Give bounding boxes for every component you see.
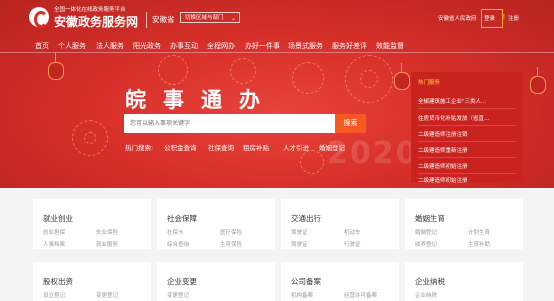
firework-decoration bbox=[360, 70, 378, 88]
card-link[interactable]: 企业纳税 bbox=[415, 291, 437, 299]
card-link[interactable]: 计划生育 bbox=[468, 228, 490, 236]
service-card[interactable]: 企业纳税 企业纳税 bbox=[405, 262, 523, 301]
register-link[interactable]: 注册 bbox=[508, 14, 519, 22]
card-title: 婚姻生育 bbox=[415, 214, 445, 223]
hot-search-label: 热门搜索: bbox=[125, 144, 154, 152]
card-title: 企业变更 bbox=[167, 277, 197, 286]
hot-search-link[interactable]: 公积金查询 bbox=[164, 142, 197, 152]
card-link[interactable]: 变更登记 bbox=[167, 291, 189, 299]
card-link[interactable]: 人事档案 bbox=[43, 240, 65, 248]
main-nav: 首页 个人服务 法人服务 阳光政务 办事互动 全程网办 办好一件事 场景式服务 … bbox=[0, 38, 554, 52]
chevron-down-icon: ⌄ bbox=[230, 15, 236, 22]
hero-banner: 全国一体化在线政务服务平台 安徽政务服务网 安徽省 切换区域与部门 ⌄ 安徽省人… bbox=[0, 0, 554, 188]
government-link[interactable]: 安徽省人民政府 bbox=[438, 14, 477, 22]
panel-item[interactable]: 二级建造师初始注册 bbox=[418, 176, 468, 184]
hot-search-link[interactable]: 租房补贴 bbox=[243, 142, 269, 152]
service-card[interactable]: 股权出资 设立登记 变更登记 bbox=[33, 262, 151, 301]
lantern-decoration bbox=[48, 53, 64, 80]
nav-item-home[interactable]: 首页 bbox=[35, 41, 49, 51]
card-link[interactable]: 收养登记 bbox=[415, 240, 437, 248]
card-link[interactable]: 驾驶证 bbox=[291, 228, 308, 236]
firework-decoration bbox=[300, 150, 324, 174]
divider bbox=[418, 141, 516, 142]
card-link[interactable]: 社保卡 bbox=[167, 228, 184, 236]
divider bbox=[418, 173, 516, 174]
card-title: 公司备案 bbox=[291, 277, 321, 286]
card-link[interactable]: 婚姻登记 bbox=[415, 228, 437, 236]
hot-search-link[interactable]: 社保查询 bbox=[208, 142, 234, 152]
card-link[interactable]: 综合查询 bbox=[167, 240, 189, 248]
card-link[interactable]: 机动车 bbox=[344, 228, 361, 236]
card-title: 就业创业 bbox=[43, 214, 73, 223]
nav-item-interaction[interactable]: 办事互动 bbox=[170, 41, 198, 51]
nav-item-legal[interactable]: 法人服务 bbox=[96, 41, 124, 51]
link-divider: | bbox=[503, 14, 505, 20]
service-card[interactable]: 企业变更 变更登记 bbox=[157, 262, 275, 301]
service-card-grid: 就业创业 创业担保 失业保险 人事档案 就业服务 社会保障 社保卡 医疗保险 综… bbox=[0, 188, 554, 301]
nav-item-evaluation[interactable]: 服务好差评 bbox=[332, 41, 367, 51]
nav-item-one-thing[interactable]: 办好一件事 bbox=[245, 41, 280, 51]
card-link[interactable]: 变更登记 bbox=[96, 291, 118, 299]
region-select[interactable]: 切换区域与部门 ⌄ bbox=[180, 12, 240, 23]
search-input[interactable] bbox=[124, 114, 335, 133]
panel-item[interactable]: 二级建造师注册注销 bbox=[418, 130, 468, 138]
divider bbox=[418, 157, 516, 158]
login-link[interactable]: 登录 bbox=[484, 14, 495, 22]
nav-item-gov-affairs[interactable]: 阳光政务 bbox=[133, 41, 161, 51]
province-label: 安徽省 bbox=[152, 15, 175, 24]
service-card[interactable]: 交通出行 驾驶证 机动车 驾驶证 行驶证 bbox=[281, 199, 399, 249]
firework-decoration bbox=[230, 58, 256, 84]
card-title: 交通出行 bbox=[291, 214, 321, 223]
firework-decoration bbox=[84, 132, 96, 144]
panel-item[interactable]: 全椒建筑施工企业"三类人... bbox=[418, 97, 486, 105]
nav-divider bbox=[0, 52, 554, 53]
hot-services-panel: 热门服务 全椒建筑施工企业"三类人... 住房货币化补贴发放（省直... 二级建… bbox=[411, 72, 523, 184]
card-title: 社会保障 bbox=[167, 214, 197, 223]
search-button[interactable]: 搜索 bbox=[335, 114, 366, 133]
card-link[interactable]: 经营许可备案 bbox=[344, 291, 377, 299]
card-link[interactable]: 医疗保险 bbox=[220, 228, 242, 236]
firework-decoration bbox=[292, 62, 324, 94]
nav-item-supervision[interactable]: 效能监督 bbox=[376, 41, 404, 51]
panel-title: 热门服务 bbox=[418, 80, 441, 86]
card-link[interactable]: 创业担保 bbox=[43, 228, 65, 236]
card-link[interactable]: 机构备案 bbox=[291, 291, 313, 299]
firework-decoration bbox=[158, 55, 188, 85]
service-card[interactable]: 就业创业 创业担保 失业保险 人事档案 就业服务 bbox=[33, 199, 151, 249]
divider bbox=[418, 125, 516, 126]
card-link[interactable]: 失业保险 bbox=[96, 228, 118, 236]
lantern-decoration bbox=[394, 63, 410, 90]
card-link[interactable]: 驾驶证 bbox=[291, 240, 308, 248]
site-name[interactable]: 安徽政务服务网 bbox=[54, 13, 138, 30]
year-watermark: 2020 bbox=[327, 136, 419, 171]
hot-search-link[interactable]: 人才引进 bbox=[283, 142, 309, 152]
card-title: 企业纳税 bbox=[415, 277, 445, 286]
service-card[interactable]: 社会保障 社保卡 医疗保险 综合查询 生育保险 bbox=[157, 199, 275, 249]
hero-headline: 皖事通办 bbox=[125, 88, 277, 112]
panel-item[interactable]: 二级建造师初始注册 bbox=[418, 162, 468, 170]
lantern-decoration bbox=[530, 67, 546, 94]
panel-item[interactable]: 二级建造师重新注册 bbox=[418, 146, 468, 154]
site-tagline: 全国一体化在线政务服务平台 bbox=[54, 7, 126, 13]
card-title: 股权出资 bbox=[43, 277, 73, 286]
card-link[interactable]: 生育保险 bbox=[220, 240, 242, 248]
service-card[interactable]: 公司备案 机构备案 经营许可备案 bbox=[281, 262, 399, 301]
panel-item[interactable]: 住房货币化补贴发放（省直... bbox=[418, 114, 489, 122]
nav-item-online[interactable]: 全程网办 bbox=[207, 41, 235, 51]
card-link[interactable]: 就业服务 bbox=[96, 240, 118, 248]
card-link[interactable]: 行驶证 bbox=[344, 240, 361, 248]
region-select-label: 切换区域与部门 bbox=[185, 15, 224, 21]
top-bar: 全国一体化在线政务服务平台 安徽政务服务网 安徽省 切换区域与部门 ⌄ 安徽省人… bbox=[0, 0, 554, 38]
service-card[interactable]: 婚姻生育 婚姻登记 计划生育 收养登记 生育补助 bbox=[405, 199, 523, 249]
card-link[interactable]: 设立登记 bbox=[43, 291, 65, 299]
card-link[interactable]: 生育补助 bbox=[468, 240, 490, 248]
nav-item-scenario[interactable]: 场景式服务 bbox=[288, 41, 323, 51]
divider bbox=[418, 108, 516, 109]
nav-item-personal[interactable]: 个人服务 bbox=[58, 41, 86, 51]
site-logo-icon[interactable] bbox=[29, 7, 49, 28]
divider bbox=[146, 12, 147, 28]
